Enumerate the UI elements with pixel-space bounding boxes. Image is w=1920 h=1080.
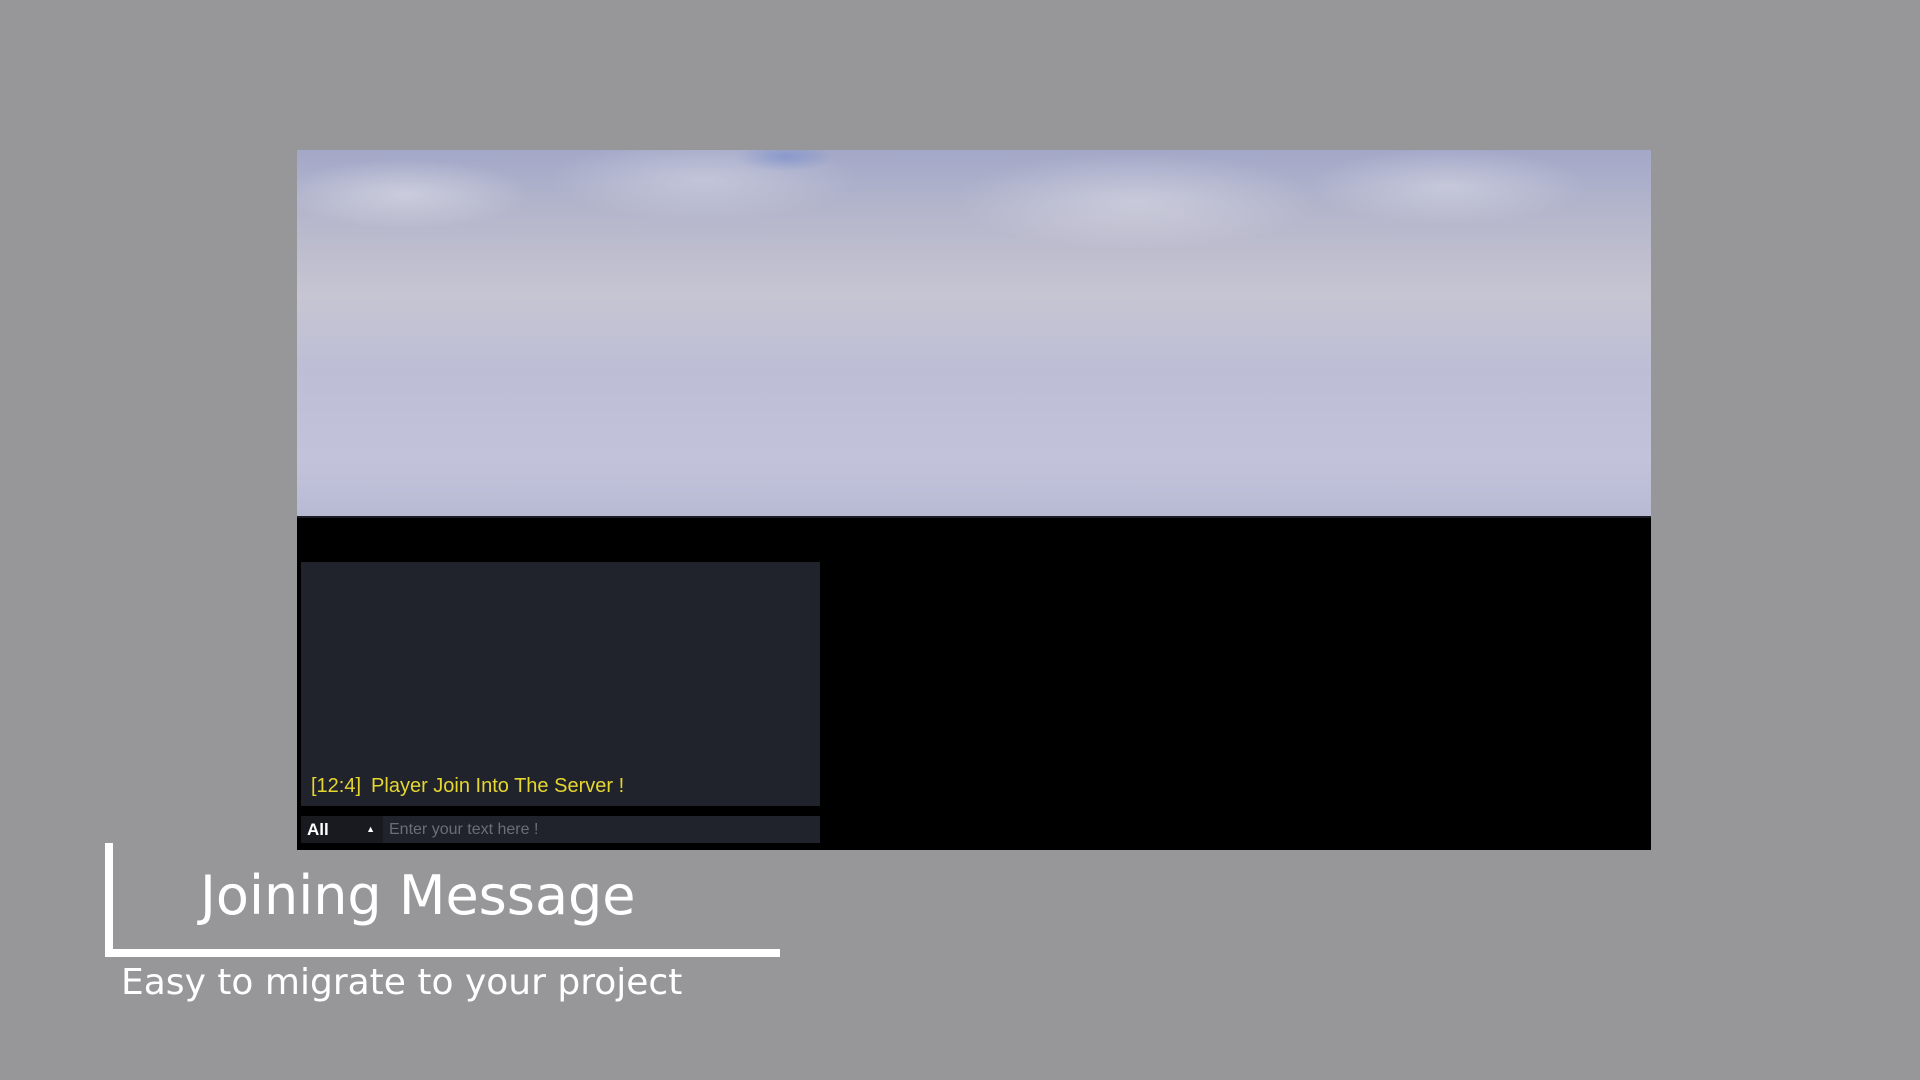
- channel-selected-label: All: [307, 820, 329, 839]
- chat-message-timestamp: [12:4]: [311, 775, 362, 797]
- chat-log-panel: [12:4] Player Join Into The Server !: [301, 562, 820, 806]
- caption-subtitle: Easy to migrate to your project: [121, 962, 683, 1003]
- chat-text-input[interactable]: [387, 816, 820, 843]
- chat-message: [12:4] Player Join Into The Server !: [311, 775, 624, 798]
- game-viewport: [12:4] Player Join Into The Server ! All …: [297, 150, 1651, 850]
- horizon-line: [297, 516, 1651, 518]
- chat-input-bar: All ▲: [301, 816, 820, 843]
- channel-dropdown[interactable]: All ▲: [301, 816, 383, 843]
- chat-message-text: Player Join Into The Server !: [371, 775, 625, 797]
- sky-backdrop: [297, 150, 1651, 516]
- caret-up-icon: ▲: [366, 824, 375, 834]
- caption-title: Joining Message: [200, 864, 636, 927]
